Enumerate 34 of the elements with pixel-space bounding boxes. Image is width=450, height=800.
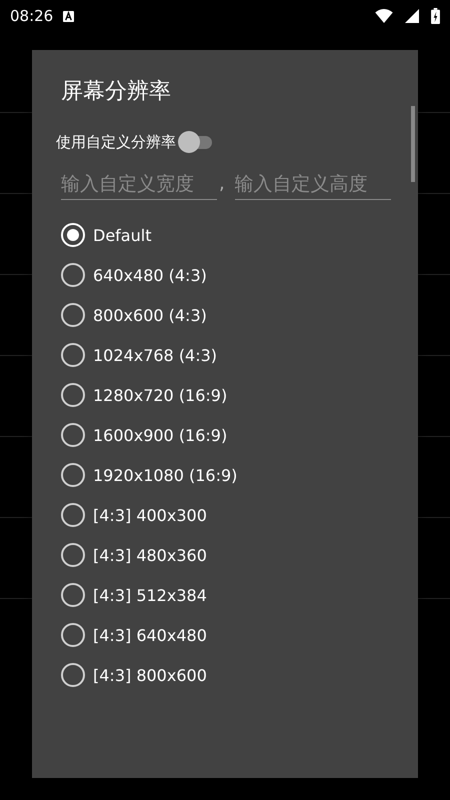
radio-button[interactable] bbox=[61, 263, 85, 287]
separator: , bbox=[219, 173, 225, 196]
height-field[interactable]: 输入自定义高度 bbox=[234, 169, 391, 200]
option-label: 800x600 (4:3) bbox=[93, 306, 207, 324]
option-label: [4:3] 400x300 bbox=[93, 506, 207, 524]
option-label: [4:3] 640x480 bbox=[93, 626, 207, 644]
width-field[interactable]: 输入自定义宽度 bbox=[61, 169, 217, 200]
radio-button[interactable] bbox=[61, 463, 85, 487]
radio-button[interactable] bbox=[61, 663, 85, 687]
radio-button[interactable] bbox=[61, 623, 85, 647]
radio-button[interactable] bbox=[61, 503, 85, 527]
notification-icon bbox=[63, 10, 74, 22]
battery-icon bbox=[431, 8, 440, 24]
option-label: 1920x1080 (16:9) bbox=[93, 466, 238, 484]
option-label: 1280x720 (16:9) bbox=[93, 386, 228, 404]
status-time: 08:26 bbox=[10, 7, 54, 25]
radio-button[interactable] bbox=[61, 303, 85, 327]
radio-button[interactable] bbox=[61, 423, 85, 447]
option-label: Default bbox=[93, 226, 152, 244]
wifi-icon bbox=[375, 9, 393, 23]
option-label: [4:3] 480x360 bbox=[93, 546, 207, 564]
signal-icon bbox=[403, 9, 421, 23]
option-label: [4:3] 800x600 bbox=[93, 666, 207, 684]
radio-button[interactable] bbox=[61, 383, 85, 407]
radio-button[interactable] bbox=[61, 343, 85, 367]
option-label: 1600x900 (16:9) bbox=[93, 426, 228, 444]
option-label: [4:3] 512x384 bbox=[93, 586, 207, 604]
option-label: 640x480 (4:3) bbox=[93, 266, 207, 284]
radio-button[interactable] bbox=[61, 543, 85, 567]
dialog-title: 屏幕分辨率 bbox=[61, 78, 172, 106]
switch-label: 使用自定义分辨率 bbox=[56, 132, 176, 152]
toggle-switch[interactable] bbox=[178, 129, 214, 155]
option-label: 1024x768 (4:3) bbox=[93, 346, 218, 364]
radio-button[interactable] bbox=[61, 583, 85, 607]
